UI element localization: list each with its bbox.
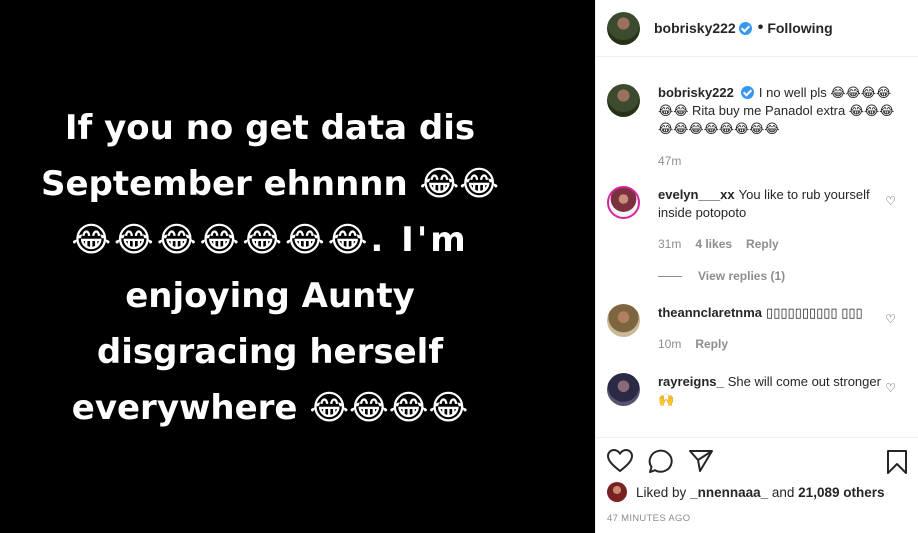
comment-item: theannclaretnma ▯▯▯▯▯▯▯▯▯▯ ▯▯▯ 10m Reply … (596, 304, 918, 353)
share-icon[interactable] (688, 449, 714, 478)
comment-like-heart-icon[interactable]: ♡ (885, 194, 896, 208)
commenter-avatar[interactable] (607, 304, 640, 337)
liked-by-label: Liked by (636, 484, 687, 500)
comment-time: 10m (658, 337, 682, 351)
post-text-line: September ehnnnn 😂😂 (40, 164, 499, 204)
reply-button[interactable]: Reply (695, 335, 728, 353)
comment-likes[interactable]: 4 likes (695, 235, 732, 253)
comment-item: evelyn___xx You like to rub yourself insi… (596, 186, 918, 253)
post-timestamp[interactable]: 47 MINUTES AGO (607, 513, 690, 524)
post-text-line: 😂😂😂😂😂😂😂. I'm (71, 220, 469, 260)
author-avatar[interactable] (607, 11, 640, 45)
view-replies-button[interactable]: View replies (1) (658, 269, 918, 283)
following-button[interactable]: Following (767, 20, 832, 36)
liker-username[interactable]: _nnennaaa_ (690, 485, 768, 500)
post-header: bobrisky222 • Following (596, 0, 918, 57)
verified-badge-icon (738, 21, 752, 35)
post-text-line: everywhere 😂😂😂😂 (71, 388, 469, 428)
caption-username[interactable]: bobrisky222 (658, 85, 734, 100)
caption-time: 47m (658, 154, 682, 168)
liker-avatar[interactable] (607, 482, 627, 502)
verified-badge-icon (740, 86, 754, 99)
commenter-avatar[interactable] (607, 186, 640, 219)
comment-item: rayreigns_ She will come out stronger 🙌 ♡ (596, 373, 918, 409)
caption: bobrisky222 I no well pls 😂😂😂😂😂😂 Rita buy… (596, 84, 918, 170)
reply-button[interactable]: Reply (746, 235, 779, 253)
post-image[interactable]: If you no get data dis September ehnnnn … (0, 0, 595, 533)
likes-connector: and (771, 484, 795, 500)
comment-like-heart-icon[interactable]: ♡ (885, 381, 896, 395)
heart-icon[interactable] (606, 448, 634, 478)
commenter-username[interactable]: theannclaretnma (658, 305, 762, 320)
commenter-avatar[interactable] (607, 373, 640, 406)
comment-like-heart-icon[interactable]: ♡ (885, 312, 896, 326)
commenter-username[interactable]: rayreigns_ (658, 374, 724, 389)
comment-text: ▯▯▯▯▯▯▯▯▯▯ ▯▯▯ (766, 305, 863, 320)
action-bar (596, 437, 918, 481)
post-text-line: disgracing herself (96, 332, 444, 372)
likes-summary: Liked by _nnennaaa_ and 21,089 others (607, 482, 884, 502)
header-separator: • (757, 19, 764, 36)
bookmark-icon[interactable] (886, 449, 908, 480)
post-text-line: If you no get data dis (64, 108, 476, 148)
comment-time: 31m (658, 237, 682, 251)
post-side-panel: bobrisky222 • Following bobrisky222 I no … (595, 0, 918, 533)
comments-list[interactable]: bobrisky222 I no well pls 😂😂😂😂😂😂 Rita buy… (596, 74, 918, 432)
likes-others-link[interactable]: 21,089 others (798, 485, 884, 500)
author-username[interactable]: bobrisky222 (654, 20, 736, 36)
view-replies-label: View replies (1) (698, 269, 786, 283)
caption-avatar[interactable] (607, 84, 640, 117)
comment-icon[interactable] (648, 449, 674, 478)
post-image-text: If you no get data dis September ehnnnn … (0, 100, 540, 436)
divider (658, 275, 682, 277)
commenter-username[interactable]: evelyn___xx (658, 187, 735, 202)
post-text-line: enjoying Aunty (125, 276, 415, 316)
